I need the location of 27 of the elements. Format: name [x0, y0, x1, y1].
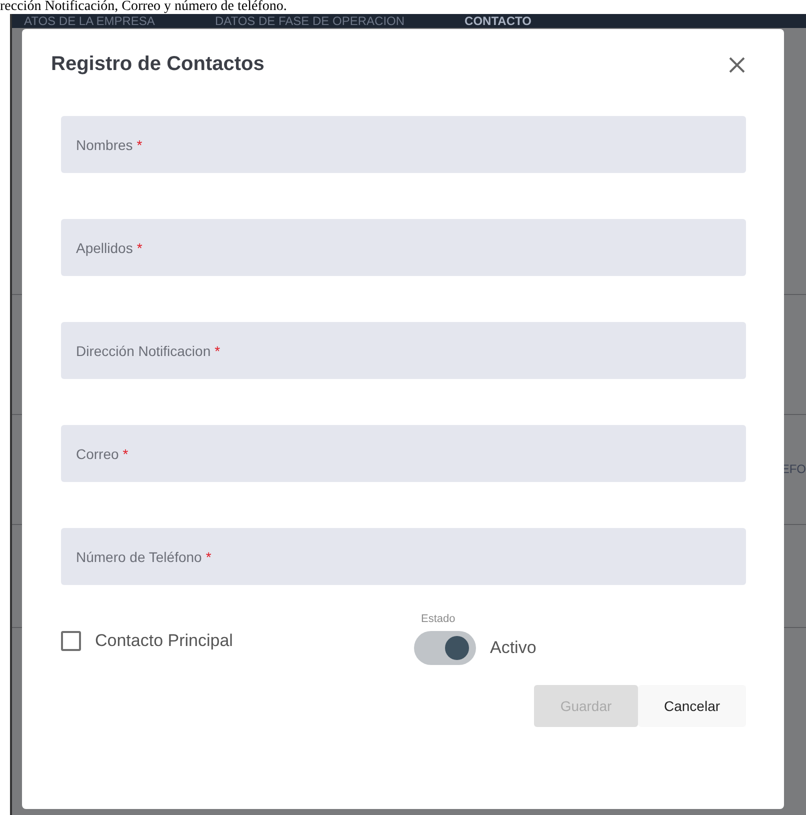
background-tab[interactable]: ATOS DE LA EMPRESA	[24, 14, 155, 28]
required-mark: *	[206, 548, 212, 564]
background-tab[interactable]: DATOS DE FASE DE OPERACION	[214, 14, 405, 28]
field-label: Número de Teléfono	[76, 548, 202, 564]
field-label: Correo	[76, 446, 119, 462]
close-icon[interactable]	[728, 56, 746, 74]
field-label: Nombres	[76, 136, 133, 152]
input-field[interactable]: Número de Teléfono *	[61, 528, 746, 585]
field-label: Apellidos	[76, 240, 133, 256]
input-field[interactable]: Correo *	[61, 425, 746, 482]
dialog-button[interactable]: Cancelar	[638, 685, 746, 727]
background-tab[interactable]: CONTACTO	[464, 14, 532, 28]
required-mark: *	[136, 136, 142, 152]
dialog-title: Registro de Contactos	[51, 53, 264, 76]
caption-text: rección Notificación, Correo y número de teléfono.	[0, 0, 287, 14]
checkbox-label: Contacto Principal	[95, 631, 233, 651]
field-label: Dirección Notificacion	[76, 342, 211, 358]
toggle-caption: Estado	[421, 613, 456, 625]
toggle-label: Activo	[490, 638, 536, 658]
required-mark: *	[122, 446, 128, 462]
input-field[interactable]: Dirección Notificacion *	[61, 322, 746, 379]
checkbox[interactable]	[61, 631, 81, 651]
required-mark: *	[214, 342, 220, 358]
required-mark: *	[136, 240, 142, 256]
input-field[interactable]: Apellidos *	[61, 219, 746, 276]
toggle-switch[interactable]	[414, 631, 476, 665]
input-field[interactable]: Nombres *	[61, 116, 746, 173]
